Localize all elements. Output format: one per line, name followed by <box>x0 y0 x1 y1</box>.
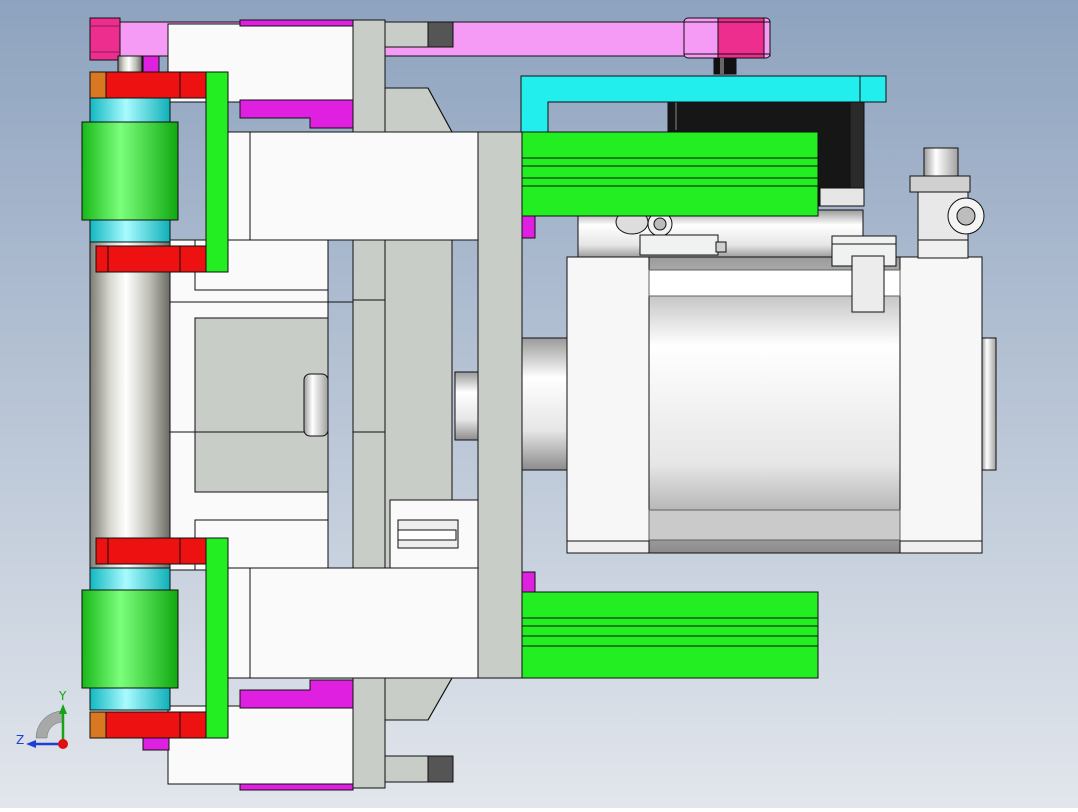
magenta-strip-top <box>239 19 354 27</box>
triad-z-label: Z <box>16 733 24 747</box>
belt-tensioner-block-top[interactable] <box>427 21 454 48</box>
assembly-drawing: Y Z <box>0 0 1078 808</box>
triad-x-origin <box>58 739 68 749</box>
triad-y-label: Y <box>58 689 67 703</box>
magenta-clip-top <box>142 55 160 73</box>
magenta-strip-bottom <box>239 783 354 791</box>
cylinder-end-port <box>981 337 997 471</box>
roller-sleeve-bottom-lower <box>89 687 171 711</box>
collar-washer-4 <box>89 711 107 739</box>
shaft-collar-1[interactable] <box>89 71 207 99</box>
cylinder-body[interactable] <box>566 256 983 554</box>
linear-guide-top[interactable] <box>520 131 819 217</box>
belt-tensioner-plate-top <box>384 21 429 48</box>
roller-sleeve-bottom-upper <box>89 567 171 591</box>
guide-stopper-bottom <box>520 571 536 593</box>
shaft-stub-top <box>117 55 143 75</box>
position-sensor[interactable] <box>389 499 479 569</box>
belt-tensioner-plate-bottom <box>384 755 429 783</box>
mounting-plate[interactable] <box>477 131 523 679</box>
collar-washer-1 <box>89 71 107 99</box>
roller-sleeve-top-lower <box>89 219 171 243</box>
green-side-plate-bottom[interactable] <box>205 537 229 739</box>
drive-pulley-left[interactable] <box>89 17 121 61</box>
linear-guide-bottom[interactable] <box>520 591 819 679</box>
shaft-collar-2[interactable] <box>95 245 207 273</box>
pivot-pin[interactable] <box>303 373 329 437</box>
guide-stopper-top <box>520 215 536 239</box>
roller-shaft[interactable] <box>89 239 171 571</box>
cad-viewport[interactable]: Y Z <box>0 0 1078 808</box>
drive-roller-bottom[interactable] <box>81 567 179 711</box>
green-side-plate-top[interactable] <box>205 71 229 273</box>
shaft-collar-3[interactable] <box>95 537 207 565</box>
drive-roller-top[interactable] <box>81 97 179 243</box>
actuator-top-cap <box>577 209 864 261</box>
shaft-collar-4[interactable] <box>89 711 207 739</box>
drive-pulley-right[interactable] <box>683 17 771 59</box>
roller-sleeve-top-upper <box>89 97 171 123</box>
belt-tensioner-block-bottom[interactable] <box>427 755 454 783</box>
motor-shaft-top <box>713 57 737 75</box>
